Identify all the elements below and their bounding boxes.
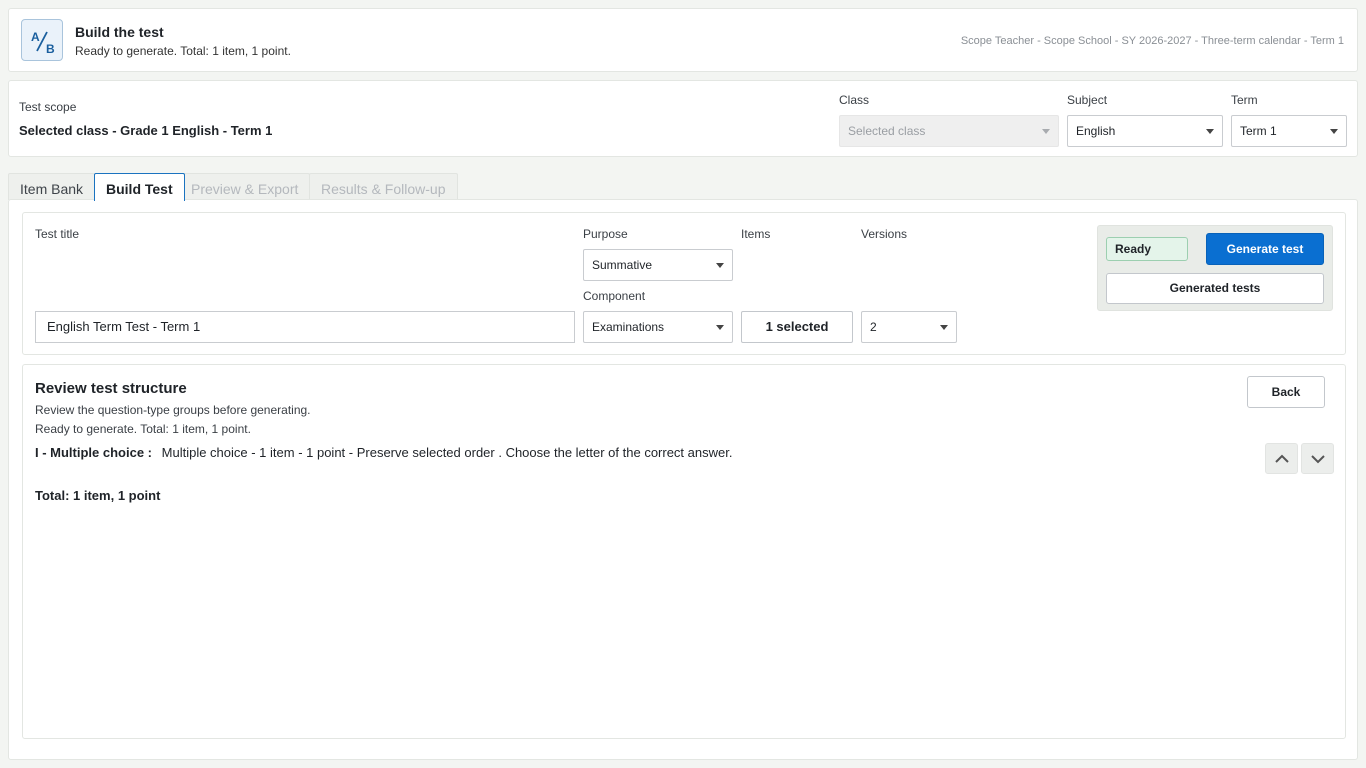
page-title: Build the test [75,24,164,40]
component-select[interactable]: Examinations [583,311,733,343]
generate-test-button[interactable]: Generate test [1206,233,1324,265]
items-selected-button[interactable]: 1 selected [741,311,853,343]
test-settings-form: Test title English Term Test - Term 1 Pu… [22,212,1346,355]
chevron-down-icon [1311,455,1325,464]
test-scope-label: Test scope [19,100,77,114]
back-button[interactable]: Back [1247,376,1325,408]
chevron-down-icon [716,263,724,268]
test-title-label: Test title [35,227,80,241]
subject-label: Subject [1067,93,1108,107]
test-scope-panel: Test scope Selected class - Grade 1 Engl… [8,80,1358,157]
review-subtitle: Review the question-type groups before g… [35,403,311,417]
review-structure-panel: Review test structure Review the questio… [22,364,1346,739]
items-label: Items [741,227,771,241]
class-select-value: Selected class [848,124,926,138]
chevron-down-icon [1330,129,1338,134]
question-group-row: I - Multiple choice : Multiple choice - … [35,445,732,460]
generated-tests-button[interactable]: Generated tests [1106,273,1324,304]
test-scope-value: Selected class - Grade 1 English - Term … [19,123,273,138]
versions-select-value: 2 [870,320,877,334]
tab-results-follow-up[interactable]: Results & Follow-up [309,173,458,200]
chevron-down-icon [940,325,948,330]
question-group-detail: Multiple choice - 1 item - 1 point - Pre… [161,445,733,460]
test-total: Total: 1 item, 1 point [35,488,161,503]
question-group-name: I - Multiple choice : [35,445,153,460]
class-label: Class [839,93,870,107]
subject-select[interactable]: English [1067,115,1223,147]
term-select-value: Term 1 [1240,124,1277,138]
versions-label: Versions [861,227,908,241]
term-select[interactable]: Term 1 [1231,115,1347,147]
chevron-up-icon [1275,454,1289,463]
generate-actions: Ready Generate test Generated tests [1097,225,1333,311]
chevron-down-icon [1206,129,1214,134]
review-status: Ready to generate. Total: 1 item, 1 poin… [35,422,251,436]
move-down-button[interactable] [1301,443,1334,474]
chevron-down-icon [1042,129,1050,134]
chevron-down-icon [716,325,724,330]
component-label: Component [583,289,646,303]
svg-text:B: B [46,42,55,56]
purpose-select[interactable]: Summative [583,249,733,281]
page-subtitle: Ready to generate. Total: 1 item, 1 poin… [75,44,291,58]
move-up-button[interactable] [1265,443,1298,474]
test-title-input[interactable]: English Term Test - Term 1 [35,311,575,343]
tab-preview-export[interactable]: Preview & Export [179,173,311,200]
term-label: Term [1231,93,1258,107]
tab-build-test[interactable]: Build Test [94,173,185,201]
status-badge: Ready [1106,237,1188,261]
user-context: Scope Teacher - Scope School - SY 2026-2… [960,35,1344,47]
page-header: A B Build the test Ready to generate. To… [8,8,1358,72]
subject-select-value: English [1076,124,1116,138]
purpose-label: Purpose [583,227,628,241]
component-select-value: Examinations [592,320,665,334]
ab-test-icon: A B [21,19,63,61]
build-test-panel: Test title English Term Test - Term 1 Pu… [8,199,1358,760]
tab-item-bank[interactable]: Item Bank [8,173,96,200]
review-title: Review test structure [35,380,187,397]
svg-text:A: A [31,30,40,44]
class-select: Selected class [839,115,1059,147]
versions-select[interactable]: 2 [861,311,957,343]
purpose-select-value: Summative [592,258,653,272]
